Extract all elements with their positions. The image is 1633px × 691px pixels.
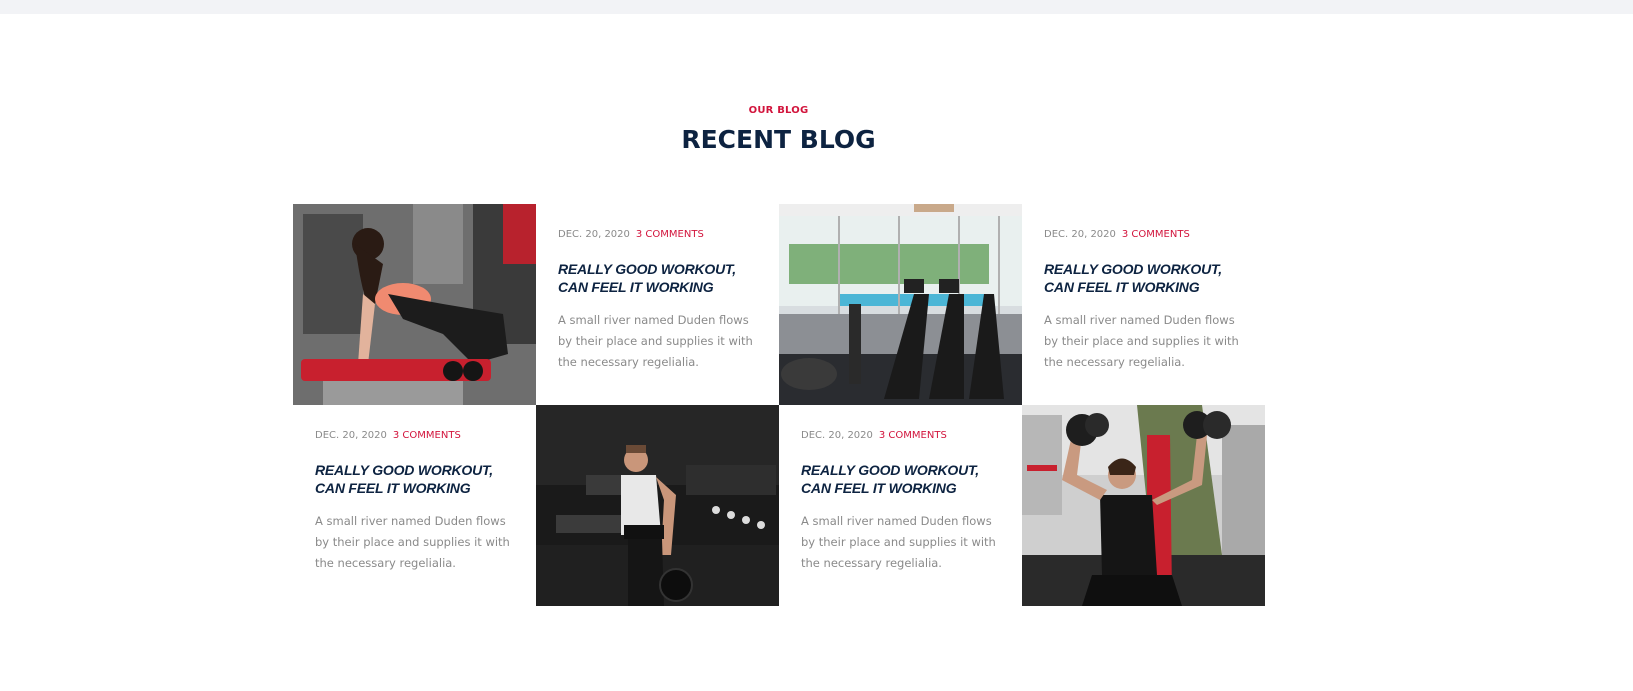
post-date[interactable]: DEC. 20, 2020 <box>558 229 630 240</box>
blog-image-man-weightplates[interactable] <box>536 405 779 606</box>
post-excerpt: A small river named Duden flows by their… <box>315 514 510 570</box>
post-meta: DEC. 20, 2020 3 COMMENTS <box>801 429 1000 443</box>
post-date[interactable]: DEC. 20, 2020 <box>801 430 873 441</box>
post-comments-link[interactable]: 3 COMMENTS <box>636 229 704 240</box>
photo-man-weightplates <box>536 405 779 606</box>
blog-post-card: DEC. 20, 2020 3 COMMENTS REALLY GOOD WORK… <box>1022 204 1265 405</box>
post-title-link[interactable]: REALLY GOOD WORKOUT, CAN FEEL IT WORKING <box>1044 260 1243 296</box>
post-meta: DEC. 20, 2020 3 COMMENTS <box>558 228 757 242</box>
photo-woman-shoulder-press <box>1022 405 1265 606</box>
post-comments-link[interactable]: 3 COMMENTS <box>879 430 947 441</box>
post-comments-link[interactable]: 3 COMMENTS <box>393 430 461 441</box>
blog-post-card: DEC. 20, 2020 3 COMMENTS REALLY GOOD WORK… <box>293 405 536 606</box>
blog-post-card: DEC. 20, 2020 3 COMMENTS REALLY GOOD WORK… <box>779 405 1022 606</box>
blog-post-card: DEC. 20, 2020 3 COMMENTS REALLY GOOD WORK… <box>536 204 779 405</box>
section-title: RECENT BLOG <box>681 125 876 154</box>
top-bar <box>0 0 1633 14</box>
post-comments-link[interactable]: 3 COMMENTS <box>1122 229 1190 240</box>
post-meta: DEC. 20, 2020 3 COMMENTS <box>315 429 514 443</box>
post-title-link[interactable]: REALLY GOOD WORKOUT, CAN FEEL IT WORKING <box>315 461 514 497</box>
photo-treadmills <box>779 204 1022 405</box>
post-meta: DEC. 20, 2020 3 COMMENTS <box>1044 228 1243 242</box>
blog-grid: DEC. 20, 2020 3 COMMENTS REALLY GOOD WORK… <box>293 204 1265 606</box>
blog-image-treadmills[interactable] <box>779 204 1022 405</box>
blog-image-woman-dumbbell-row[interactable] <box>293 204 536 405</box>
blog-image-woman-shoulder-press[interactable] <box>1022 405 1265 606</box>
post-date[interactable]: DEC. 20, 2020 <box>315 430 387 441</box>
post-date[interactable]: DEC. 20, 2020 <box>1044 229 1116 240</box>
post-title-link[interactable]: REALLY GOOD WORKOUT, CAN FEEL IT WORKING <box>801 461 1000 497</box>
section-heading: OUR BLOG RECENT BLOG <box>0 104 1557 156</box>
post-excerpt: A small river named Duden flows by their… <box>801 514 996 570</box>
photo-woman-dumbbell <box>293 204 536 405</box>
post-excerpt: A small river named Duden flows by their… <box>1044 313 1239 369</box>
section-eyebrow: OUR BLOG <box>748 105 809 116</box>
post-title-link[interactable]: REALLY GOOD WORKOUT, CAN FEEL IT WORKING <box>558 260 757 296</box>
post-excerpt: A small river named Duden flows by their… <box>558 313 753 369</box>
